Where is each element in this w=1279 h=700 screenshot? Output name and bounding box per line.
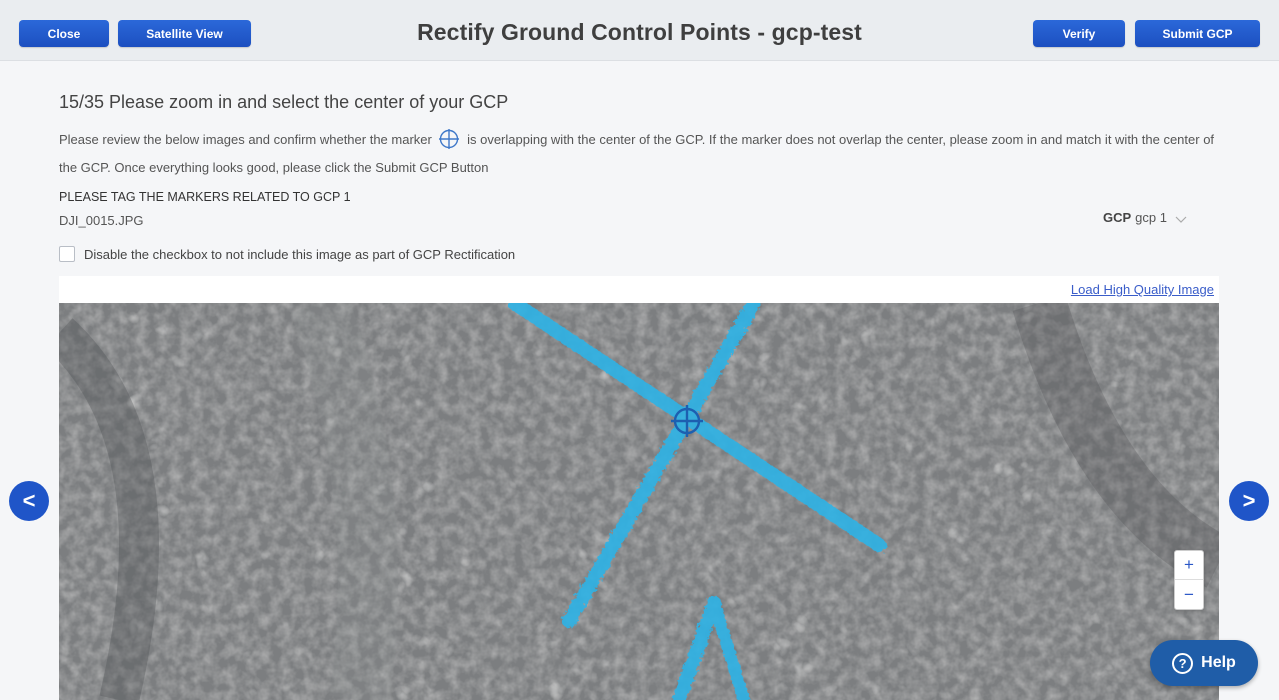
previous-image-button[interactable]: < xyxy=(9,481,49,521)
gcp-dropdown[interactable]: GCP gcp 1 xyxy=(1103,210,1187,225)
load-high-quality-link[interactable]: Load High Quality Image xyxy=(1071,282,1214,297)
tag-heading: PLEASE TAG THE MARKERS RELATED TO GCP 1 xyxy=(59,190,351,204)
zoom-in-button[interactable]: + xyxy=(1175,551,1203,580)
verify-button[interactable]: Verify xyxy=(1033,20,1125,47)
submit-gcp-button[interactable]: Submit GCP xyxy=(1135,20,1260,47)
include-image-checkbox-row: Disable the checkbox to not include this… xyxy=(59,246,515,262)
include-image-checkbox[interactable] xyxy=(59,246,75,262)
crosshair-icon xyxy=(439,128,460,149)
zoom-control: + − xyxy=(1174,550,1204,610)
zoom-out-button[interactable]: − xyxy=(1175,580,1203,609)
question-circle-icon: ? xyxy=(1172,652,1194,674)
top-toolbar: Close Satellite View Rectify Ground Cont… xyxy=(0,0,1279,61)
instructions-text: Please review the below images and confi… xyxy=(59,126,1229,182)
drone-image-viewer[interactable] xyxy=(59,303,1219,700)
chevron-down-icon xyxy=(1175,213,1187,223)
instructions-part-1: Please review the below images and confi… xyxy=(59,132,432,147)
gcp-dropdown-label: GCP xyxy=(1103,210,1132,225)
include-image-checkbox-label: Disable the checkbox to not include this… xyxy=(84,246,516,262)
image-filename: DJI_0015.JPG xyxy=(59,213,144,228)
progress-heading: 15/35 Please zoom in and select the cent… xyxy=(59,92,509,112)
next-image-button[interactable]: > xyxy=(1229,481,1269,521)
image-panel: Load High Quality Image xyxy=(59,276,1219,700)
help-label: Help xyxy=(1201,654,1236,671)
help-button[interactable]: ? Help xyxy=(1150,640,1258,686)
gcp-dropdown-value: gcp 1 xyxy=(1135,210,1167,225)
aerial-gravel-image xyxy=(59,303,1219,700)
